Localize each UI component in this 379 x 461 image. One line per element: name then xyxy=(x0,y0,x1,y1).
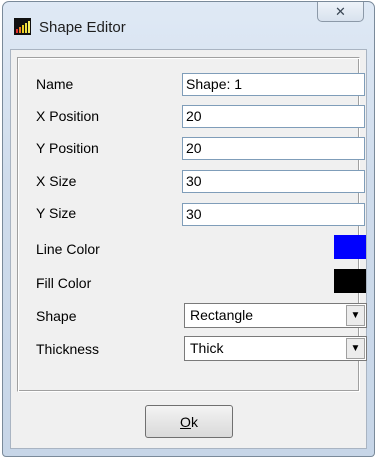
ok-mnemonic: O xyxy=(180,413,191,430)
properties-group: Name Shape: 1 X Position 20 Y Position 2… xyxy=(17,57,367,392)
fill-color-label: Fill Color xyxy=(36,275,92,291)
fill-color-swatch[interactable] xyxy=(334,269,366,293)
name-label: Name xyxy=(36,76,74,92)
x-position-label: X Position xyxy=(36,108,100,124)
shape-select-value: Rectangle xyxy=(190,307,254,323)
window-title: Shape Editor xyxy=(39,19,126,36)
line-color-swatch[interactable] xyxy=(334,235,366,259)
x-position-field[interactable]: 20 xyxy=(182,105,365,128)
y-position-label: Y Position xyxy=(36,140,99,156)
y-size-field[interactable]: 30 xyxy=(182,203,365,226)
dropdown-arrow-icon[interactable]: ▼ xyxy=(346,338,365,359)
y-position-field[interactable]: 20 xyxy=(182,137,365,160)
shape-label: Shape xyxy=(36,308,77,324)
shape-select[interactable]: Rectangle ▼ xyxy=(184,303,367,328)
x-size-label: X Size xyxy=(36,173,77,189)
thickness-select-value: Thick xyxy=(190,340,224,356)
dropdown-arrow-icon[interactable]: ▼ xyxy=(346,305,365,326)
dialog-body: Name Shape: 1 X Position 20 Y Position 2… xyxy=(10,49,367,449)
close-button[interactable]: ✕ xyxy=(317,2,364,22)
name-field[interactable]: Shape: 1 xyxy=(182,73,365,96)
close-icon: ✕ xyxy=(335,3,346,19)
thickness-label: Thickness xyxy=(36,341,100,357)
x-size-field[interactable]: 30 xyxy=(182,170,365,193)
ok-button[interactable]: Ok xyxy=(145,405,233,438)
shape-editor-dialog: Shape Editor ✕ Name Shape: 1 X Position … xyxy=(2,1,375,457)
ok-label-rest: k xyxy=(190,413,198,430)
bar-chart-icon xyxy=(14,18,31,35)
title-bar[interactable]: Shape Editor ✕ xyxy=(3,2,374,46)
y-size-label: Y Size xyxy=(36,205,77,221)
line-color-label: Line Color xyxy=(36,241,100,257)
thickness-select[interactable]: Thick ▼ xyxy=(184,336,367,361)
